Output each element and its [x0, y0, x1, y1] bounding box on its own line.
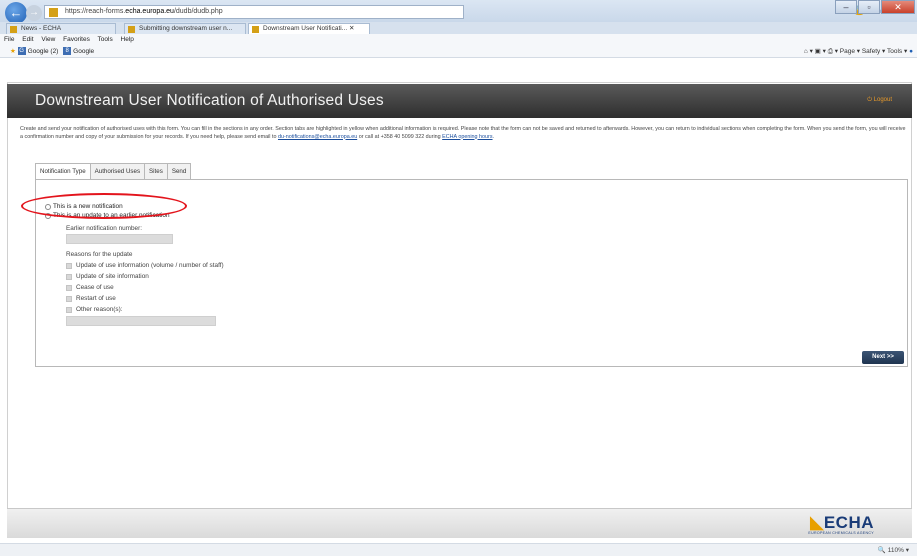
tab-label: Submitting downstream user n... — [139, 25, 233, 32]
favorite-google[interactable]: Google — [73, 48, 94, 55]
url-prefix: https://reach-forms. — [65, 8, 126, 15]
intro-text: Create and send your notification of aut… — [20, 126, 908, 141]
form-tabs: Notification Type Authorised Uses Sites … — [35, 163, 192, 180]
earlier-number-input[interactable] — [66, 234, 173, 244]
zoom-level: 110% — [887, 547, 904, 554]
home-icon[interactable]: ⌂ ▾ — [804, 48, 815, 55]
close-icon[interactable]: ✕ — [881, 0, 915, 14]
menu-file[interactable]: File — [4, 36, 14, 43]
tab-sites[interactable]: Sites — [144, 163, 168, 179]
minimize-icon[interactable]: – — [835, 0, 857, 14]
browser-tabbar: News - ECHA Submitting downstream user n… — [0, 22, 917, 34]
reason-checkbox[interactable] — [66, 273, 72, 280]
intro-text-part2: or call at +358 40 5099 322 during — [357, 133, 443, 140]
tab-label: News - ECHA — [21, 25, 62, 32]
reason-label: Other reason(s): — [76, 306, 123, 313]
tab-notification-type[interactable]: Notification Type — [35, 163, 91, 180]
intro-text-part3: . — [492, 133, 495, 140]
highlight-oval — [21, 193, 187, 219]
google-icon: G — [17, 47, 26, 56]
reason-label: Restart of use — [76, 295, 116, 302]
echa-logo-subtitle: EUROPEAN CHEMICALS AGENCY — [808, 531, 874, 535]
menu-help[interactable]: Help — [121, 36, 134, 43]
menu-tools[interactable]: Tools — [98, 36, 113, 43]
reason-checkbox[interactable] — [66, 284, 72, 291]
reason-checkbox[interactable] — [66, 306, 72, 313]
favorites-star-icon[interactable]: ★ — [10, 48, 16, 55]
google-icon: 8 — [63, 47, 72, 56]
zoom-control[interactable]: 🔍 110% ▾ — [878, 546, 909, 554]
url-host: echa.europa.eu — [125, 8, 174, 15]
reason-label: Update of use information (volume / numb… — [76, 262, 224, 269]
tab-label: Downstream User Notificati... ✕ — [263, 25, 355, 32]
command-bar-labels[interactable]: Page ▾ Safety ▾ Tools ▾ — [840, 48, 907, 55]
command-bar[interactable]: ⌂ ▾ ▣ ▾ ⎙ ▾ Page ▾ Safety ▾ Tools ▾ ● — [804, 45, 913, 58]
reason-row[interactable]: Update of site information — [66, 273, 149, 280]
menu-favorites[interactable]: Favorites — [63, 36, 90, 43]
address-bar[interactable]: https://reach-forms.echa.europa.eu/dudb/… — [44, 5, 464, 19]
opening-hours-link[interactable]: ECHA opening hours — [442, 134, 492, 140]
tab-send[interactable]: Send — [166, 163, 192, 179]
next-button[interactable]: Next >> — [862, 351, 904, 364]
support-email-link[interactable]: du-notifications@echa.europa.eu — [278, 134, 357, 140]
window-controls: – ▫ ✕ — [834, 0, 915, 14]
reason-row[interactable]: Update of use information (volume / numb… — [66, 262, 224, 269]
browser-titlebar: ← → https://reach-forms.echa.europa.eu/d… — [0, 0, 917, 24]
earlier-number-label: Earlier notification number: — [66, 225, 143, 232]
print-icon[interactable]: ⎙ ▾ — [828, 48, 840, 55]
feeds-icon[interactable]: ▣ ▾ — [815, 48, 828, 55]
reason-checkbox[interactable] — [66, 262, 72, 269]
reason-checkbox[interactable] — [66, 295, 72, 302]
logout-label: Logout — [873, 97, 892, 103]
menu-view[interactable]: View — [41, 36, 55, 43]
browser-tab-news[interactable]: News - ECHA — [6, 23, 116, 34]
browser-statusbar: 🔍 110% ▾ — [0, 543, 917, 556]
menu-edit[interactable]: Edit — [22, 36, 33, 43]
forward-arrow-icon[interactable]: → — [26, 5, 42, 21]
page-footer: ◣ECHA EUROPEAN CHEMICALS AGENCY — [7, 508, 912, 538]
reasons-label: Reasons for the update — [66, 251, 133, 258]
maximize-icon[interactable]: ▫ — [858, 0, 880, 14]
echa-flag-icon: ◣ — [810, 513, 824, 532]
other-reason-input[interactable] — [66, 316, 216, 326]
page-title: Downstream User Notification of Authoris… — [35, 92, 384, 109]
logout-link[interactable]: ⏻ Logout — [867, 97, 892, 104]
browser-menubar: File Edit View Favorites Tools Help — [0, 34, 917, 45]
help-icon[interactable]: ● — [909, 48, 913, 55]
reason-label: Update of site information — [76, 273, 149, 280]
reason-label: Cease of use — [76, 284, 114, 291]
echa-logo: ◣ECHA EUROPEAN CHEMICALS AGENCY — [808, 513, 874, 535]
reason-row[interactable]: Restart of use — [66, 295, 116, 302]
reason-row[interactable]: Other reason(s): — [66, 306, 123, 313]
back-arrow-icon[interactable]: ← — [5, 2, 27, 24]
site-favicon-icon — [49, 8, 58, 17]
favorites-bar: ★ G Google (2) 8 Google ⌂ ▾ ▣ ▾ ⎙ ▾ Page ▾… — [0, 45, 917, 58]
tab-authorised-uses[interactable]: Authorised Uses — [89, 163, 146, 179]
favorite-google-2[interactable]: Google (2) — [28, 48, 59, 55]
browser-tab-dudb[interactable]: Downstream User Notificati... ✕ — [248, 23, 370, 34]
url-path: /dudb/dudb.php — [173, 8, 223, 15]
browser-tab-submitting[interactable]: Submitting downstream user n... — [124, 23, 246, 34]
echa-logo-text: ECHA — [823, 513, 874, 532]
reason-row[interactable]: Cease of use — [66, 284, 114, 291]
page-header: Downstream User Notification of Authoris… — [7, 84, 912, 118]
